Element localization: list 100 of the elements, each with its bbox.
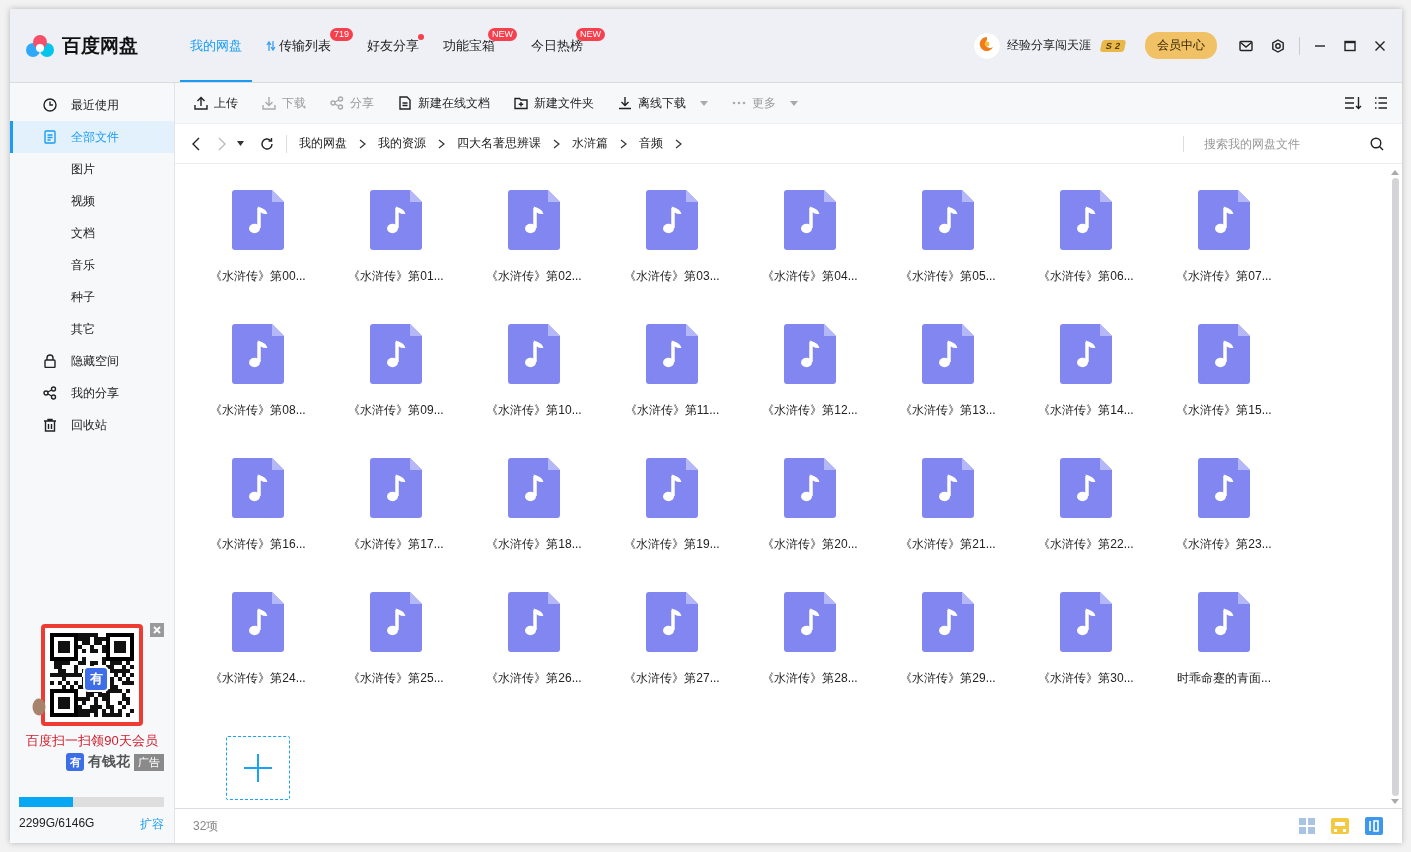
file-name[interactable]: 《水浒传》第30...: [1038, 670, 1134, 687]
file-name[interactable]: 《水浒传》第22...: [1038, 536, 1134, 553]
audio-file-icon[interactable]: [508, 324, 560, 384]
settings-icon[interactable]: [1271, 38, 1285, 53]
breadcrumb-link[interactable]: 四大名著思辨课: [457, 135, 541, 152]
list-view-icon[interactable]: [1374, 96, 1388, 110]
nav-tab[interactable]: 传输列表 719: [256, 9, 353, 82]
upload-tile[interactable]: [226, 736, 290, 800]
file-name[interactable]: 《水浒传》第10...: [486, 402, 582, 419]
breadcrumb-link[interactable]: 水浒篇: [572, 135, 608, 152]
search-field[interactable]: 搜索我的网盘文件: [1183, 135, 1362, 152]
audio-file-icon[interactable]: [784, 592, 836, 652]
audio-file-icon[interactable]: [1060, 190, 1112, 250]
file-name[interactable]: 《水浒传》第24...: [210, 670, 306, 687]
audio-file-icon[interactable]: [922, 324, 974, 384]
audio-file-icon[interactable]: [1198, 458, 1250, 518]
audio-file-icon[interactable]: [646, 324, 698, 384]
file-name[interactable]: 《水浒传》第12...: [762, 402, 858, 419]
nav-tab[interactable]: 功能宝箱 NEW: [433, 9, 517, 82]
toolbar-button[interactable]: 上传: [189, 90, 243, 116]
sidebar-subitem[interactable]: 文档: [10, 217, 174, 249]
audio-file-icon[interactable]: [1198, 592, 1250, 652]
file-name[interactable]: 《水浒传》第20...: [762, 536, 858, 553]
audio-file-icon[interactable]: [646, 592, 698, 652]
file-name[interactable]: 《水浒传》第06...: [1038, 268, 1134, 285]
file-name[interactable]: 《水浒传》第09...: [348, 402, 444, 419]
file-name[interactable]: 《水浒传》第03...: [624, 268, 720, 285]
file-name[interactable]: 《水浒传》第08...: [210, 402, 306, 419]
audio-file-icon[interactable]: [232, 592, 284, 652]
file-name[interactable]: 《水浒传》第17...: [348, 536, 444, 553]
search-icon[interactable]: [1370, 136, 1384, 151]
sidebar-item[interactable]: 我的分享: [10, 377, 174, 409]
toolbar-button[interactable]: 新建文件夹: [509, 90, 599, 116]
audio-file-icon[interactable]: [1198, 190, 1250, 250]
breadcrumb-link[interactable]: 我的网盘: [299, 135, 347, 152]
sidebar-subitem[interactable]: 音乐: [10, 249, 174, 281]
audio-file-icon[interactable]: [784, 458, 836, 518]
audio-file-icon[interactable]: [232, 324, 284, 384]
audio-file-icon[interactable]: [232, 458, 284, 518]
nav-tab[interactable]: 今日热榜 NEW: [521, 9, 605, 82]
file-name[interactable]: 《水浒传》第02...: [486, 268, 582, 285]
sidebar-subitem[interactable]: 图片: [10, 153, 174, 185]
file-name[interactable]: 《水浒传》第00...: [210, 268, 306, 285]
audio-file-icon[interactable]: [922, 458, 974, 518]
file-name[interactable]: 《水浒传》第11...: [624, 402, 720, 419]
audio-file-icon[interactable]: [646, 190, 698, 250]
file-name[interactable]: 《水浒传》第25...: [348, 670, 444, 687]
audio-file-icon[interactable]: [508, 592, 560, 652]
file-name[interactable]: 《水浒传》第04...: [762, 268, 858, 285]
breadcrumb-link[interactable]: 音频: [639, 135, 663, 152]
file-name[interactable]: 《水浒传》第01...: [348, 268, 444, 285]
file-name[interactable]: 《水浒传》第23...: [1176, 536, 1272, 553]
sidebar-item[interactable]: 回收站: [10, 409, 174, 441]
file-name[interactable]: 《水浒传》第07...: [1176, 268, 1272, 285]
sort-icon[interactable]: [1344, 96, 1362, 110]
audio-file-icon[interactable]: [1198, 324, 1250, 384]
file-name[interactable]: 《水浒传》第28...: [762, 670, 858, 687]
sidebar-subitem[interactable]: 其它: [10, 313, 174, 345]
audio-file-icon[interactable]: [784, 190, 836, 250]
back-icon[interactable]: [191, 136, 201, 151]
caret-icon[interactable]: [237, 141, 244, 146]
audio-file-icon[interactable]: [1060, 592, 1112, 652]
audio-file-icon[interactable]: [1060, 324, 1112, 384]
audio-file-icon[interactable]: [922, 190, 974, 250]
toolbar-button[interactable]: 离线下载: [613, 90, 713, 116]
file-name[interactable]: 《水浒传》第14...: [1038, 402, 1134, 419]
file-name[interactable]: 《水浒传》第19...: [624, 536, 720, 553]
forward-icon[interactable]: [217, 136, 227, 151]
audio-file-icon[interactable]: [370, 324, 422, 384]
mail-icon[interactable]: [1239, 39, 1253, 52]
audio-file-icon[interactable]: [232, 190, 284, 250]
sidebar-subitem[interactable]: 视频: [10, 185, 174, 217]
file-name[interactable]: 《水浒传》第16...: [210, 536, 306, 553]
breadcrumb-link[interactable]: 我的资源: [378, 135, 426, 152]
sidebar-item[interactable]: 隐藏空间: [10, 345, 174, 377]
file-name[interactable]: 时乖命蹇的青面...: [1177, 670, 1271, 687]
toolbox-icon[interactable]: [1330, 817, 1350, 835]
audio-file-icon[interactable]: [508, 190, 560, 250]
file-name[interactable]: 《水浒传》第13...: [900, 402, 996, 419]
file-name[interactable]: 《水浒传》第29...: [900, 670, 996, 687]
audio-file-icon[interactable]: [784, 324, 836, 384]
audio-file-icon[interactable]: [646, 458, 698, 518]
ad-headline[interactable]: 百度扫一扫领90天会员: [26, 732, 158, 750]
vip-center-button[interactable]: 会员中心: [1145, 32, 1217, 59]
sidebar-subitem[interactable]: 种子: [10, 281, 174, 313]
audio-file-icon[interactable]: [508, 458, 560, 518]
file-name[interactable]: 《水浒传》第05...: [900, 268, 996, 285]
close-icon[interactable]: [1374, 39, 1386, 52]
maximize-icon[interactable]: [1344, 39, 1356, 52]
audio-file-icon[interactable]: [370, 190, 422, 250]
file-name[interactable]: 《水浒传》第15...: [1176, 402, 1272, 419]
audio-file-icon[interactable]: [370, 592, 422, 652]
sidebar-item[interactable]: 最近使用: [10, 89, 174, 121]
audio-file-icon[interactable]: [1060, 458, 1112, 518]
audio-file-icon[interactable]: [370, 458, 422, 518]
nav-tab[interactable]: 好友分享: [357, 9, 429, 82]
file-name[interactable]: 《水浒传》第21...: [900, 536, 996, 553]
toolbar-button[interactable]: 新建在线文档: [393, 90, 495, 116]
file-name[interactable]: 《水浒传》第27...: [624, 670, 720, 687]
audio-file-icon[interactable]: [922, 592, 974, 652]
